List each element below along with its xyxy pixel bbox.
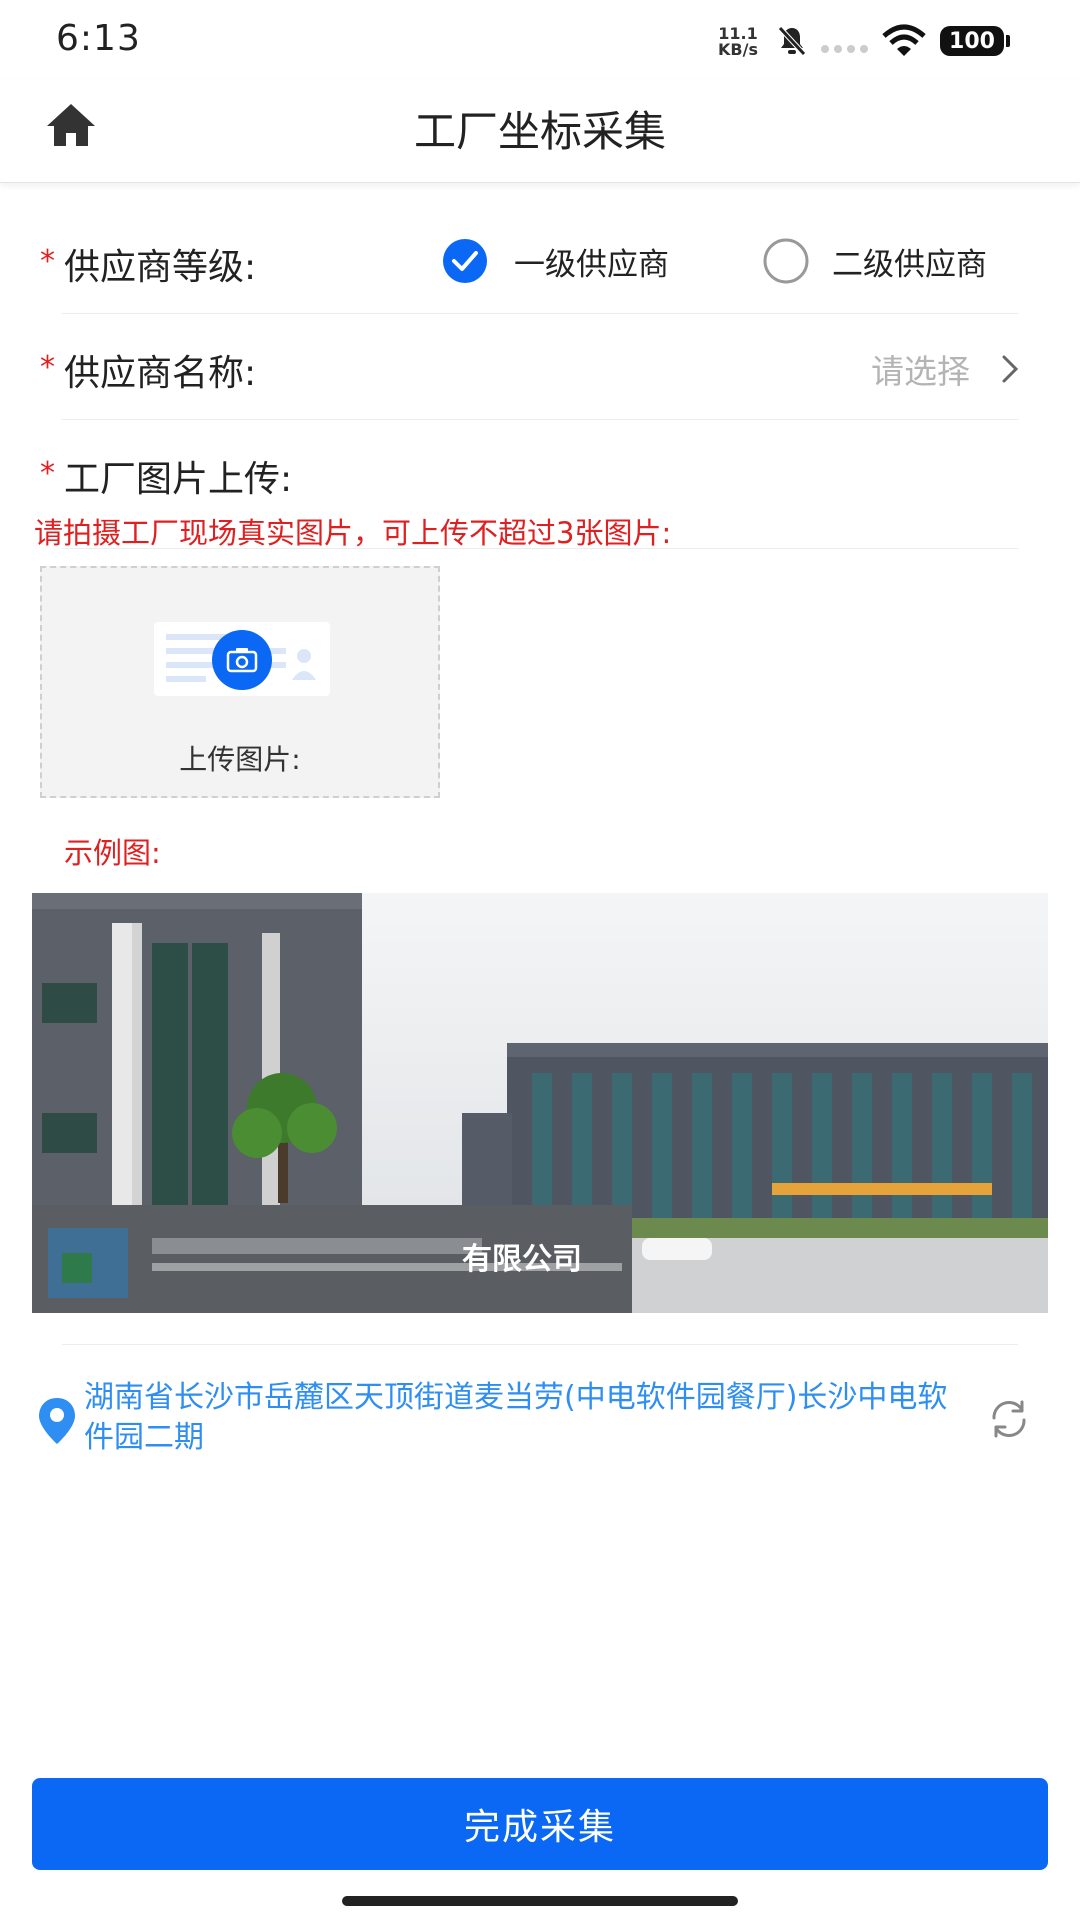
bell-off-icon bbox=[778, 26, 806, 56]
chevron-right-icon bbox=[1002, 355, 1019, 383]
example-label: 示例图: bbox=[64, 836, 161, 870]
radio-level-2-label: 二级供应商 bbox=[832, 246, 987, 283]
required-mark: * bbox=[40, 244, 55, 279]
example-sign-text: 有限公司 bbox=[462, 1242, 582, 1277]
divider bbox=[62, 313, 1018, 314]
signal-dots-icon bbox=[821, 45, 868, 53]
upload-image-label: 上传图片: bbox=[179, 743, 301, 776]
divider bbox=[62, 419, 1018, 420]
location-pin-icon bbox=[39, 1398, 75, 1444]
radio-unchecked-icon bbox=[763, 238, 809, 284]
factory-images-label: 工厂图片上传: bbox=[64, 459, 293, 500]
supplier-level-label: 供应商等级: bbox=[64, 247, 257, 288]
upload-hint: 请拍摄工厂现场真实图片，可上传不超过3张图片: bbox=[34, 516, 672, 550]
home-indicator[interactable] bbox=[342, 1896, 738, 1906]
wifi-icon bbox=[882, 24, 926, 56]
network-speed-unit: KB/s bbox=[718, 40, 758, 59]
refresh-icon[interactable] bbox=[986, 1396, 1032, 1442]
divider bbox=[62, 1344, 1018, 1345]
battery-tip bbox=[1006, 35, 1010, 47]
example-factory-image: 有限公司 bbox=[32, 893, 1048, 1313]
radio-level-1-label: 一级供应商 bbox=[514, 246, 669, 283]
radio-level-2[interactable]: 二级供应商 bbox=[762, 236, 987, 286]
page-title: 工厂坐标采集 bbox=[413, 107, 666, 156]
required-mark: * bbox=[40, 456, 55, 491]
radio-level-1[interactable]: 一级供应商 bbox=[442, 236, 669, 286]
supplier-name-select[interactable]: 请选择 bbox=[780, 342, 1020, 396]
camera-upload-icon bbox=[154, 622, 330, 696]
battery-indicator: 100 bbox=[940, 26, 1004, 56]
status-time: 6:13 bbox=[56, 18, 141, 59]
finish-collection-button[interactable]: 完成采集 bbox=[32, 1778, 1048, 1870]
radio-checked-icon bbox=[443, 239, 487, 283]
supplier-name-label: 供应商名称: bbox=[64, 353, 257, 394]
required-mark: * bbox=[40, 350, 55, 385]
location-address: 湖南省长沙市岳麓区天顶街道麦当劳(中电软件园餐厅)长沙中电软件园二期 bbox=[84, 1380, 948, 1455]
network-speed: 11.1 KB/s bbox=[718, 26, 758, 58]
supplier-name-placeholder: 请选择 bbox=[871, 352, 970, 391]
divider bbox=[62, 548, 1018, 549]
